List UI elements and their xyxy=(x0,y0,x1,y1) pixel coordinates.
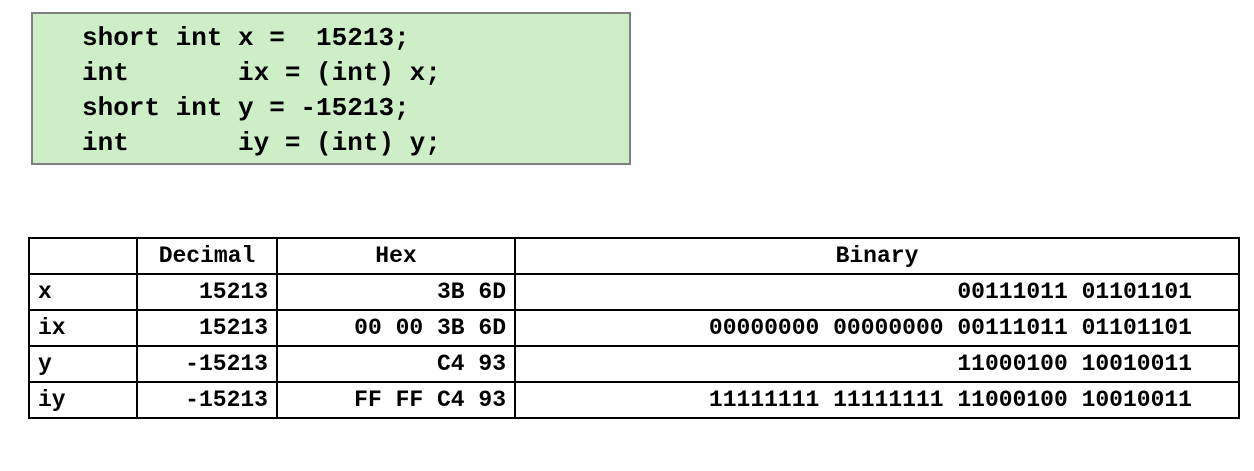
code-line: int ix = (int) x; xyxy=(82,58,441,88)
row-name: x xyxy=(28,273,138,311)
row-binary: 11111111 11111111 11000100 10010011 xyxy=(514,381,1240,419)
code-line: short int x = 15213; xyxy=(82,23,410,53)
row-hex: FF FF C4 93 xyxy=(276,381,516,419)
code-line: short int y = -15213; xyxy=(82,93,410,123)
table-header-row: Decimal Hex Binary xyxy=(28,237,1240,275)
row-name: ix xyxy=(28,309,138,347)
header-empty xyxy=(28,237,138,275)
row-name: iy xyxy=(28,381,138,419)
row-decimal: -15213 xyxy=(136,345,278,383)
row-hex: 3B 6D xyxy=(276,273,516,311)
table-row: ix 15213 00 00 3B 6D 00000000 00000000 0… xyxy=(28,309,1240,347)
row-name: y xyxy=(28,345,138,383)
row-decimal: 15213 xyxy=(136,309,278,347)
row-hex: C4 93 xyxy=(276,345,516,383)
row-decimal: -15213 xyxy=(136,381,278,419)
code-line: int iy = (int) y; xyxy=(82,128,441,158)
table-row: x 15213 3B 6D 00111011 01101101 xyxy=(28,273,1240,311)
row-hex: 00 00 3B 6D xyxy=(276,309,516,347)
header-hex: Hex xyxy=(276,237,516,275)
table-row: y -15213 C4 93 11000100 10010011 xyxy=(28,345,1240,383)
row-binary: 11000100 10010011 xyxy=(514,345,1240,383)
table-row: iy -15213 FF FF C4 93 11111111 11111111 … xyxy=(28,381,1240,419)
header-binary: Binary xyxy=(514,237,1240,275)
code-block: short int x = 15213; int ix = (int) x; s… xyxy=(31,12,631,165)
row-binary: 00000000 00000000 00111011 01101101 xyxy=(514,309,1240,347)
header-decimal: Decimal xyxy=(136,237,278,275)
row-decimal: 15213 xyxy=(136,273,278,311)
conversion-table: Decimal Hex Binary x 15213 3B 6D 0011101… xyxy=(28,237,1240,419)
row-binary: 00111011 01101101 xyxy=(514,273,1240,311)
